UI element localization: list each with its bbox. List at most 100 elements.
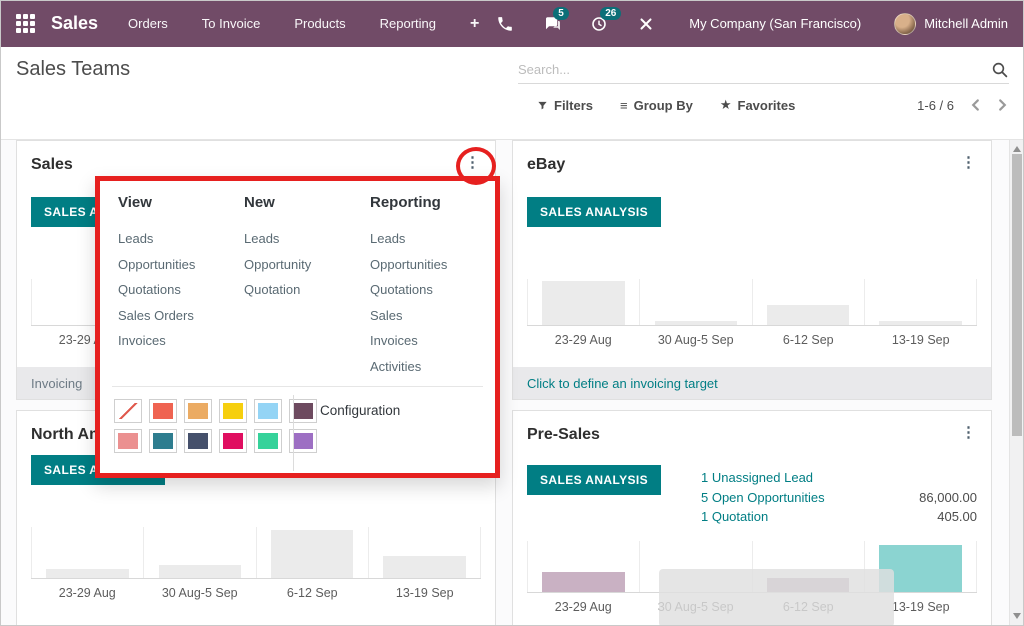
x-axis-label: 13-19 Sep: [369, 579, 482, 600]
search-input[interactable]: [518, 62, 991, 77]
x-axis-label: 30 Aug-5 Sep: [640, 326, 753, 347]
chart-bar: [767, 305, 849, 325]
messages-badge: 5: [553, 7, 569, 20]
kebab-menu-icon[interactable]: ⋮: [961, 155, 976, 172]
card-title: Pre-Sales: [527, 426, 600, 444]
quotations-link[interactable]: 1 Quotation: [701, 507, 768, 527]
chart-slot: [143, 527, 255, 578]
view-leads-item[interactable]: Leads: [118, 226, 195, 252]
open-opportunities-link[interactable]: 5 Open Opportunities: [701, 488, 825, 508]
chart-slot: [368, 527, 481, 578]
reporting-sales-item[interactable]: Sales: [370, 303, 447, 329]
chart-bar: [46, 569, 128, 578]
top-navbar: Sales Orders To Invoice Products Reporti…: [0, 0, 1024, 47]
dropdown-section-header: Reporting: [370, 194, 447, 211]
app-brand[interactable]: Sales: [51, 13, 98, 34]
color-swatch[interactable]: [254, 429, 282, 453]
x-axis-label: 6-12 Sep: [752, 326, 865, 347]
color-swatch-none[interactable]: [114, 399, 142, 423]
reporting-opportunities-item[interactable]: Opportunities: [370, 252, 447, 278]
color-swatch[interactable]: [149, 399, 177, 423]
color-swatch[interactable]: [184, 429, 212, 453]
dropdown-reporting-column: Reporting Leads Opportunities Quotations…: [370, 194, 447, 379]
plus-icon[interactable]: +: [470, 15, 479, 33]
card-pre-sales-team: Pre-Sales ⋮ SALES ANALYSIS 1 Unassigned …: [512, 410, 992, 626]
color-swatch[interactable]: [219, 429, 247, 453]
configuration-item[interactable]: Configuration: [320, 403, 400, 418]
x-axis-label: 23-29 Aug: [31, 579, 144, 600]
company-switcher[interactable]: My Company (San Francisco): [689, 16, 861, 31]
color-swatch[interactable]: [254, 399, 282, 423]
chart-slot: [527, 279, 639, 325]
control-panel: Sales Teams Filters ≡ Group By ★ Favorit…: [0, 47, 1024, 140]
phone-icon[interactable]: [495, 14, 515, 34]
chart-slot: [527, 541, 639, 592]
search-icon[interactable]: [991, 61, 1009, 79]
activities-clock-icon[interactable]: 26: [589, 14, 609, 34]
page-title: Sales Teams: [16, 58, 130, 81]
stat-row: 1 Quotation 405.00: [701, 507, 977, 527]
view-opportunities-item[interactable]: Opportunities: [118, 252, 195, 278]
filters-button[interactable]: Filters: [537, 98, 593, 113]
unassigned-leads-link[interactable]: 1 Unassigned Lead: [701, 468, 813, 488]
x-axis-label: 23-29 Aug: [527, 326, 640, 347]
card-footer: Click to define an invoicing target: [513, 367, 991, 399]
menu-to-invoice[interactable]: To Invoice: [202, 16, 261, 31]
chart-tooltip-overlay: [659, 569, 894, 626]
messages-icon[interactable]: 5: [542, 14, 562, 34]
chart-slot: [639, 279, 751, 325]
x-axis-label: 13-19 Sep: [865, 326, 978, 347]
view-sales-orders-item[interactable]: Sales Orders: [118, 303, 195, 329]
reporting-activities-item[interactable]: Activities: [370, 354, 447, 380]
chart-bar: [271, 530, 353, 578]
dropdown-vertical-divider: [293, 395, 294, 471]
stat-row: 1 Unassigned Lead: [701, 468, 977, 488]
card-title: Sales: [31, 156, 73, 174]
chart-bar: [159, 565, 241, 578]
reporting-invoices-item[interactable]: Invoices: [370, 328, 447, 354]
chart-slot: [864, 279, 977, 325]
kebab-menu-icon[interactable]: ⋮: [465, 155, 480, 172]
menu-products[interactable]: Products: [294, 16, 345, 31]
new-quotation-item[interactable]: Quotation: [244, 277, 311, 303]
color-swatch[interactable]: [184, 399, 212, 423]
view-invoices-item[interactable]: Invoices: [118, 328, 195, 354]
chart-bar: [879, 321, 961, 325]
group-by-button[interactable]: ≡ Group By: [620, 98, 693, 113]
menu-orders[interactable]: Orders: [128, 16, 168, 31]
team-stats: 1 Unassigned Lead 5 Open Opportunities 8…: [701, 468, 977, 527]
sales-analysis-button[interactable]: SALES ANALYSIS: [527, 197, 661, 227]
sales-analysis-button[interactable]: SALES ANALYSIS: [527, 465, 661, 495]
dropdown-divider: [112, 386, 483, 387]
dropdown-section-header: New: [244, 194, 311, 211]
user-menu[interactable]: Mitchell Admin: [894, 13, 1008, 35]
color-swatch[interactable]: [219, 399, 247, 423]
scroll-up-icon[interactable]: [1013, 146, 1021, 152]
new-leads-item[interactable]: Leads: [244, 226, 311, 252]
pager-next-icon[interactable]: [997, 98, 1008, 112]
reporting-quotations-item[interactable]: Quotations: [370, 277, 447, 303]
x-axis-label: 30 Aug-5 Sep: [144, 579, 257, 600]
define-invoicing-target-link[interactable]: Click to define an invoicing target: [527, 376, 718, 391]
navbar-right: 5 26 My Company (San Francisco) Mitchell…: [495, 13, 1008, 35]
view-quotations-item[interactable]: Quotations: [118, 277, 195, 303]
apps-menu-icon[interactable]: [16, 14, 35, 33]
menu-reporting[interactable]: Reporting: [380, 16, 436, 31]
reporting-leads-item[interactable]: Leads: [370, 226, 447, 252]
x-axis-label: 23-29 Aug: [527, 593, 640, 614]
scrollbar-thumb[interactable]: [1012, 154, 1022, 436]
color-swatch[interactable]: [149, 429, 177, 453]
kebab-menu-icon[interactable]: ⋮: [961, 425, 976, 442]
scroll-down-icon[interactable]: [1013, 613, 1021, 619]
invoicing-tab[interactable]: Invoicing: [31, 376, 82, 391]
pager-previous-icon[interactable]: [970, 98, 981, 112]
tools-icon[interactable]: [636, 14, 656, 34]
user-name: Mitchell Admin: [924, 16, 1008, 31]
new-opportunity-item[interactable]: Opportunity: [244, 252, 311, 278]
favorites-button[interactable]: ★ Favorites: [720, 97, 795, 113]
color-swatch[interactable]: [114, 429, 142, 453]
stat-row: 5 Open Opportunities 86,000.00: [701, 488, 977, 508]
chart-bar: [383, 556, 465, 578]
kanban-area: Sales ⋮ SALES ANALYSIS 23-29 Aug30 Aug-5…: [0, 140, 1024, 626]
dropdown-view-column: View Leads Opportunities Quotations Sale…: [118, 194, 195, 354]
